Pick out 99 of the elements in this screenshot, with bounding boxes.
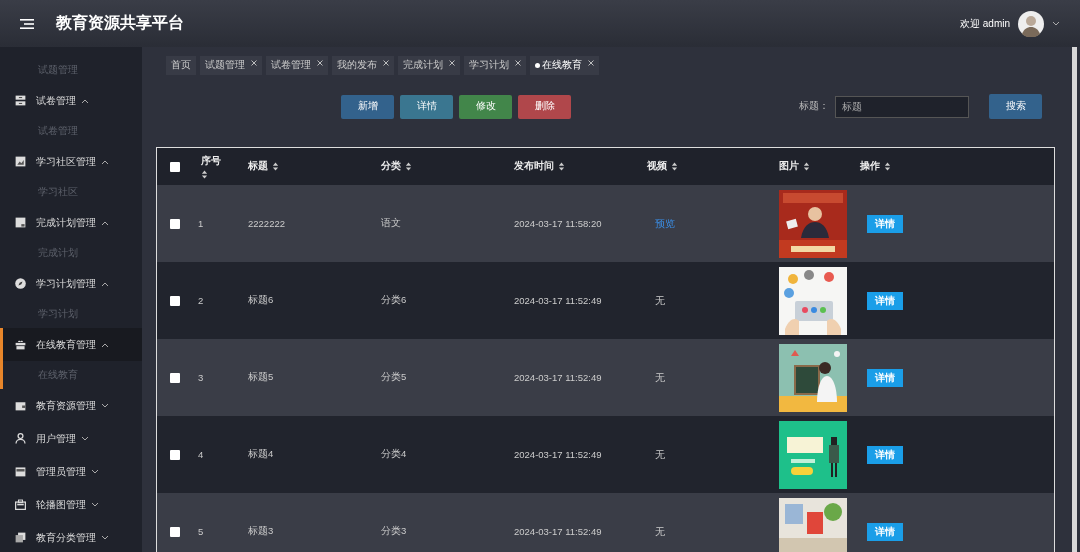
- tab[interactable]: 试题管理: [200, 56, 262, 75]
- table-cell: 1: [198, 218, 204, 229]
- table-cell: 2024-03-17 11:52:49: [514, 449, 602, 460]
- app-title: 教育资源共享平台: [56, 13, 184, 33]
- table-cell: 标题3: [248, 525, 274, 538]
- gift-icon: [14, 338, 27, 351]
- chevron-down-icon: [91, 501, 99, 508]
- welcome-text: 欢迎 admin: [960, 16, 1010, 31]
- user-icon: [14, 432, 27, 445]
- column-header: 序号: [201, 154, 221, 168]
- tab[interactable]: 首页: [166, 56, 196, 75]
- chevron-up-icon: [81, 97, 89, 104]
- sort-icon[interactable]: [405, 162, 412, 171]
- sort-icon[interactable]: [558, 162, 565, 171]
- table-cell: 2024-03-17 11:52:49: [514, 295, 602, 306]
- close-icon[interactable]: [251, 59, 257, 66]
- column-header: 视频: [647, 160, 667, 173]
- avatar[interactable]: [1018, 10, 1044, 37]
- table-cell: 语文: [381, 217, 401, 230]
- chevron-down-icon: [101, 534, 109, 541]
- sort-icon[interactable]: [884, 162, 891, 171]
- row-checkbox[interactable]: [170, 449, 180, 460]
- copy-icon: [14, 531, 27, 544]
- sidebar-item[interactable]: 学习计划管理: [3, 267, 142, 300]
- wallet-icon: [14, 399, 27, 412]
- table-cell-text: 无: [654, 293, 665, 308]
- table-cell: 2: [198, 295, 204, 306]
- chevron-up-icon: [101, 341, 109, 348]
- sort-icon[interactable]: [671, 162, 678, 171]
- chevron-down-icon: [91, 468, 99, 475]
- row-checkbox[interactable]: [170, 295, 180, 306]
- sidebar-item[interactable]: 轮播图管理: [3, 488, 142, 521]
- table-cell: 标题4: [248, 448, 274, 461]
- table-cell-text: 无: [654, 524, 665, 539]
- chevron-up-icon: [101, 219, 109, 226]
- table-cell: 2024-03-17 11:58:20: [514, 218, 602, 229]
- table-cell: 分类4: [381, 448, 407, 461]
- tab[interactable]: 完成计划: [398, 56, 460, 75]
- tab[interactable]: 我的发布: [332, 56, 394, 75]
- sidebar-item[interactable]: 试卷管理: [3, 84, 142, 117]
- tab[interactable]: 学习计划: [464, 56, 526, 75]
- sort-icon[interactable]: [272, 162, 279, 171]
- table-cell: 标题6: [248, 294, 274, 307]
- chevron-down-icon: [81, 435, 89, 442]
- sort-icon[interactable]: [803, 162, 810, 171]
- table-cell: 5: [198, 526, 204, 537]
- row-checkbox[interactable]: [170, 372, 180, 383]
- close-icon[interactable]: [317, 59, 323, 66]
- table-cell: 分类3: [381, 525, 407, 538]
- column-header: 分类: [381, 160, 401, 173]
- search-field[interactable]: 标题: [835, 95, 969, 118]
- close-icon[interactable]: [383, 59, 389, 66]
- sidebar-item[interactable]: 教育资源管理: [3, 389, 142, 422]
- chevron-down-icon: [1052, 20, 1060, 27]
- tab[interactable]: 试卷管理: [266, 56, 328, 75]
- table-cell: 分类5: [381, 371, 407, 384]
- briefcase-icon: [14, 498, 27, 511]
- chevron-down-icon: [101, 402, 109, 409]
- close-icon[interactable]: [449, 59, 455, 66]
- column-header: 标题: [248, 160, 268, 173]
- search-label: 标题：: [799, 100, 829, 113]
- column-header: 图片: [779, 160, 799, 173]
- sidebar-item[interactable]: 教育分类管理: [3, 521, 142, 552]
- close-icon[interactable]: [588, 59, 594, 66]
- sidebar-item[interactable]: 在线教育管理: [3, 328, 142, 361]
- table-cell-text: 无: [654, 370, 665, 385]
- add-button[interactable]: 新增: [341, 94, 394, 119]
- menu-icon[interactable]: [20, 17, 34, 30]
- table-cell-text: 无: [654, 447, 665, 462]
- sort-icon[interactable]: [201, 169, 208, 179]
- table-cell: 2024-03-17 11:52:49: [514, 372, 602, 383]
- sidebar-item[interactable]: 用户管理: [3, 422, 142, 455]
- table-cell: 4: [198, 449, 204, 460]
- table-cell: 3: [198, 372, 204, 383]
- sidebar-item[interactable]: 学习社区管理: [3, 145, 142, 178]
- sidebar-item[interactable]: 完成计划管理: [3, 206, 142, 239]
- table-cell: 标题5: [248, 371, 274, 384]
- details-button[interactable]: 详情: [400, 94, 453, 119]
- table-cell: 2024-03-17 11:52:49: [514, 526, 602, 537]
- sidebar-item[interactable]: 管理员管理: [3, 455, 142, 488]
- close-icon[interactable]: [515, 59, 521, 66]
- image-icon: [14, 155, 27, 168]
- select-all-checkbox[interactable]: [170, 161, 180, 172]
- table-cell: 分类6: [381, 294, 407, 307]
- drawer-icon: [14, 94, 27, 107]
- compass-icon: [14, 277, 27, 290]
- table-cell: 2222222: [248, 218, 285, 229]
- column-header: 发布时间: [514, 160, 554, 173]
- row-checkbox[interactable]: [170, 218, 180, 229]
- row-checkbox[interactable]: [170, 526, 180, 537]
- column-header: 操作: [860, 160, 880, 173]
- window-icon: [14, 216, 27, 229]
- scrollbar[interactable]: [1072, 47, 1077, 552]
- delete-button[interactable]: 删除: [518, 94, 571, 119]
- edit-button[interactable]: 修改: [459, 94, 512, 119]
- chevron-up-icon: [101, 280, 109, 287]
- search-button[interactable]: 搜索: [989, 94, 1042, 119]
- chevron-up-icon: [101, 158, 109, 165]
- tab[interactable]: 在线教育: [530, 56, 599, 75]
